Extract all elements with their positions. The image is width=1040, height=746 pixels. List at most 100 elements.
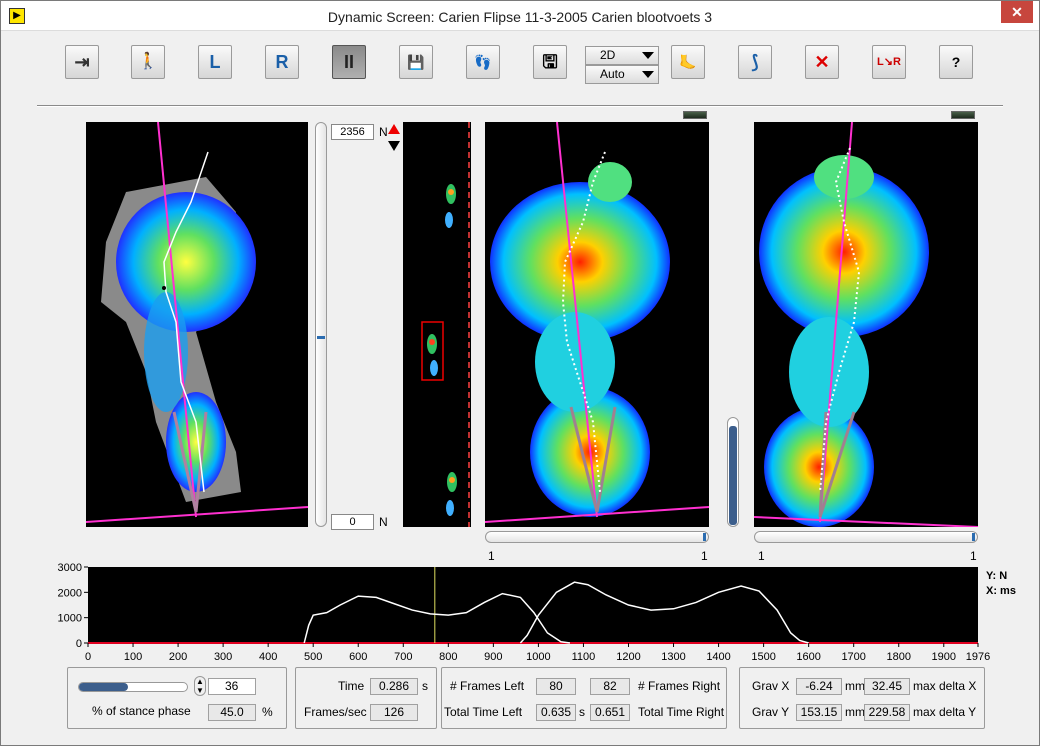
max-delta-x-value: 32.45 bbox=[864, 678, 910, 695]
chart-y-tick-label: 3000 bbox=[58, 562, 82, 574]
stance-value[interactable]: 36 bbox=[208, 678, 256, 695]
fps-value: 126 bbox=[370, 704, 418, 721]
view-dim-select[interactable]: 2D bbox=[585, 46, 659, 65]
max-delta-x-label: max delta X bbox=[913, 679, 977, 693]
grav-x-value: -6.24 bbox=[796, 678, 842, 695]
footprints-button[interactable]: 👣 bbox=[466, 45, 500, 79]
save-disabled-button[interactable]: 💾 bbox=[399, 45, 433, 79]
force-slider[interactable] bbox=[315, 122, 327, 527]
chart-x-tick-label: 1200 bbox=[616, 651, 640, 663]
stance-progress-fill bbox=[79, 683, 128, 691]
walk-button[interactable]: 🚶 bbox=[131, 45, 165, 79]
disk-button[interactable]: 🖫 bbox=[533, 45, 567, 79]
left-right-button[interactable]: L↘R bbox=[872, 45, 906, 79]
frames-group: # Frames Left 80 82 # Frames Right Total… bbox=[441, 667, 727, 729]
chart-x-tick-label: 800 bbox=[439, 651, 457, 663]
frame-slider-left[interactable] bbox=[485, 531, 709, 543]
foot-color-button[interactable]: 🦶 bbox=[671, 45, 705, 79]
pause-button[interactable]: II bbox=[332, 45, 366, 79]
total-time-right-label: Total Time Right bbox=[638, 705, 725, 719]
chart-x-tick-label: 1000 bbox=[526, 651, 550, 663]
pressure-map-right bbox=[753, 121, 979, 528]
total-time-right-value: 0.651 bbox=[590, 704, 630, 721]
close-button[interactable]: ✕ bbox=[1001, 1, 1033, 23]
foot-side-button[interactable]: ⟆ bbox=[738, 45, 772, 79]
stance-percent: 45.0 bbox=[208, 704, 256, 721]
chart-x-tick-label: 500 bbox=[304, 651, 322, 663]
right-foot-button[interactable]: R bbox=[265, 45, 299, 79]
chart-plot-area bbox=[88, 567, 978, 643]
grav-y-unit: mm bbox=[845, 705, 865, 719]
scale-value: Auto bbox=[600, 67, 625, 81]
y-unit-label: Y: N bbox=[986, 570, 1008, 582]
toolbar-separator bbox=[37, 105, 1003, 107]
pressure-map-single-svg bbox=[85, 121, 309, 523]
frames-left-value: 80 bbox=[536, 678, 576, 695]
fps-label: Frames/sec bbox=[304, 705, 367, 719]
grav-group: Grav X -6.24 mm 32.45 max delta X Grav Y… bbox=[739, 667, 985, 729]
delete-button[interactable]: ✕ bbox=[805, 45, 839, 79]
force-time-chart-svg: 3000 2000 1000 00 100 200 300 400 500 600 700 800 90… bbox=[58, 562, 991, 663]
vertical-scroll[interactable] bbox=[727, 417, 739, 527]
chart-x-tick-label: 1500 bbox=[751, 651, 775, 663]
force-min-input[interactable]: 0 bbox=[331, 514, 374, 530]
pressure-map-left bbox=[484, 121, 710, 527]
chart-x-tick-label: 600 bbox=[349, 651, 367, 663]
grav-y-value: 153.15 bbox=[796, 704, 842, 721]
app-window: ▶ Dynamic Screen: Carien Flipse 11-3-200… bbox=[0, 0, 1040, 746]
stance-progress bbox=[78, 682, 188, 692]
chevron-down-icon bbox=[642, 52, 654, 59]
chart-x-tick-label: 1700 bbox=[841, 651, 865, 663]
scale-down-icon[interactable] bbox=[388, 141, 400, 151]
stance-group: ▲ ▼ 36 % of stance phase 45.0 % bbox=[67, 667, 287, 729]
help-button[interactable]: ? bbox=[939, 45, 973, 79]
scale-up-icon[interactable] bbox=[388, 124, 400, 134]
chart-x-tick-label: 1800 bbox=[886, 651, 910, 663]
time-unit: s bbox=[422, 679, 428, 693]
chart-x-tick-label: 1976 bbox=[966, 651, 990, 663]
title-bar: ▶ Dynamic Screen: Carien Flipse 11-3-200… bbox=[1, 1, 1039, 31]
chart-x-tick-label: 1100 bbox=[572, 651, 596, 663]
frame-slider-right-thumb[interactable] bbox=[972, 533, 975, 541]
chart-x-tick-label: 100 bbox=[124, 651, 142, 663]
chart-y-tick-label: 0 bbox=[76, 638, 82, 650]
time-value: 0.286 bbox=[370, 678, 418, 695]
force-max-input[interactable]: 2356 bbox=[331, 124, 374, 140]
chart-x-tick-label: 200 bbox=[169, 651, 187, 663]
chart-x-tick-label: 400 bbox=[259, 651, 277, 663]
pressure-map-single bbox=[85, 121, 309, 527]
stance-stepper[interactable]: ▲ ▼ bbox=[194, 676, 206, 696]
vertical-scroll-thumb[interactable] bbox=[729, 426, 737, 525]
time-label: Time bbox=[338, 679, 365, 693]
force-time-chart: 3000 2000 1000 0 0 100 200 300 400 500 600 700 800 90… bbox=[41, 561, 1001, 671]
chevron-down-icon bbox=[642, 71, 654, 78]
x-unit-label: X: ms bbox=[986, 585, 1016, 597]
force-max-unit: N bbox=[379, 125, 388, 139]
chart-x-tick-label: 0 bbox=[85, 651, 91, 663]
max-delta-y-label: max delta Y bbox=[913, 705, 977, 719]
total-time-left-label: Total Time Left bbox=[444, 705, 523, 719]
frame-slider-right[interactable] bbox=[754, 531, 978, 543]
chart-x-tick-label: 1600 bbox=[796, 651, 820, 663]
pressure-map-right-svg bbox=[753, 121, 979, 528]
scale-select[interactable]: Auto bbox=[585, 65, 659, 84]
time-group: Time 0.286 s Frames/sec 126 bbox=[295, 667, 437, 729]
view-dim-value: 2D bbox=[600, 48, 616, 62]
chart-x-tick-label: 1900 bbox=[932, 651, 956, 663]
left-foot-button[interactable]: L bbox=[198, 45, 232, 79]
chart-x-tick-label: 900 bbox=[484, 651, 502, 663]
frames-left-label: # Frames Left bbox=[450, 679, 525, 693]
chart-y-tick-label: 2000 bbox=[58, 587, 82, 599]
frame-slider-left-thumb[interactable] bbox=[703, 533, 706, 541]
chart-x-tick-label: 1300 bbox=[661, 651, 685, 663]
window-title: Dynamic Screen: Carien Flipse 11-3-2005 … bbox=[327, 9, 713, 25]
chart-x-tick-label: 300 bbox=[214, 651, 232, 663]
walkway-overview bbox=[403, 122, 471, 527]
force-slider-thumb[interactable] bbox=[317, 336, 325, 339]
exit-button[interactable]: ⇥ bbox=[65, 45, 99, 79]
stance-label: % of stance phase bbox=[92, 704, 191, 718]
total-time-unit: s bbox=[579, 705, 585, 719]
force-min-unit: N bbox=[379, 515, 388, 529]
grav-y-label: Grav Y bbox=[752, 705, 790, 719]
grav-x-unit: mm bbox=[845, 679, 865, 693]
